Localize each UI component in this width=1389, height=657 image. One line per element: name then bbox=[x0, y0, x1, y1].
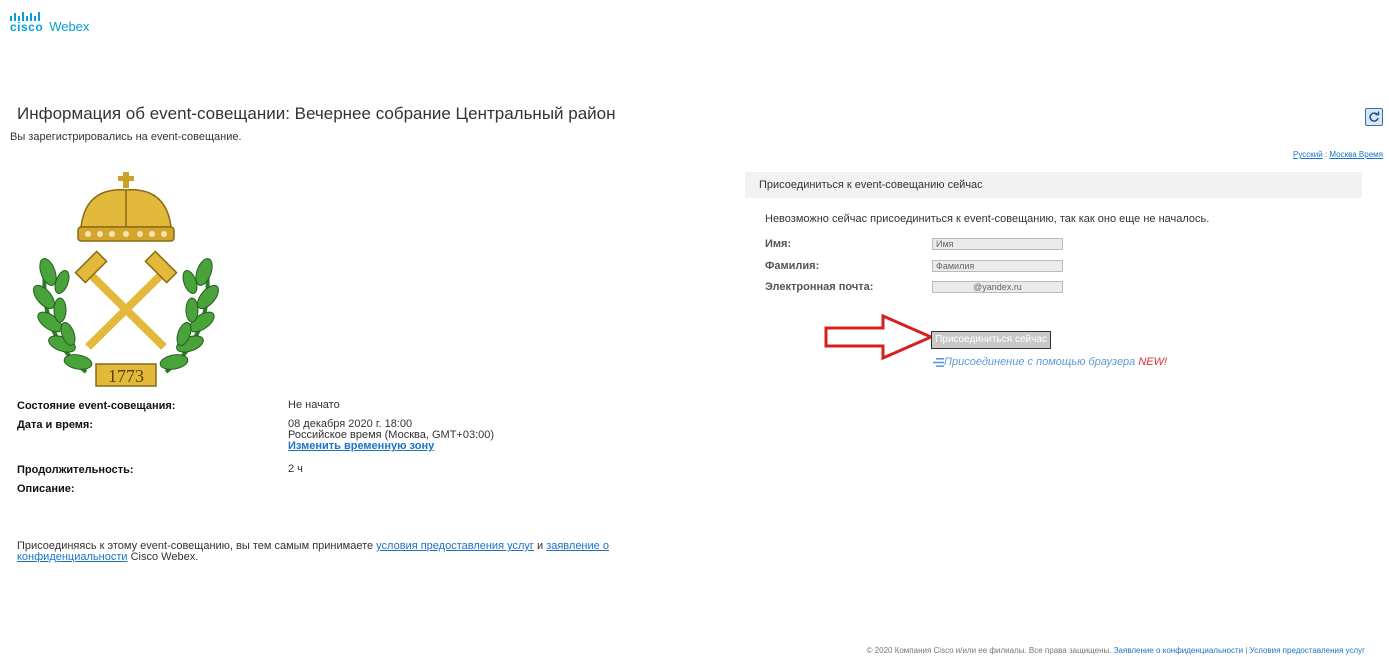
last-name-field[interactable]: Фамилия bbox=[932, 260, 1063, 272]
cisco-webex-logo: cisco Webex bbox=[10, 12, 89, 33]
datetime-value: 08 декабря 2020 г. 18:00 Российское врем… bbox=[288, 419, 494, 452]
footer-terms-link[interactable]: Условия предоставления услуг bbox=[1250, 646, 1365, 655]
description-label: Описание: bbox=[17, 483, 75, 495]
footer-separator: | bbox=[1245, 646, 1248, 655]
refresh-icon bbox=[1369, 111, 1380, 122]
locale-links: Русский : Москва Время bbox=[1293, 150, 1383, 159]
join-now-button[interactable]: Присоединиться сейчас bbox=[931, 331, 1051, 349]
first-name-label: Имя: bbox=[765, 238, 792, 250]
change-timezone-link[interactable]: Изменить временную зону bbox=[288, 440, 434, 452]
join-panel-header: Присоединиться к event-совещанию сейчас bbox=[745, 172, 1362, 198]
registration-confirmation: Вы зарегистрировались на event-совещание… bbox=[10, 131, 242, 143]
terms-suffix: Cisco Webex. bbox=[130, 551, 199, 563]
emblem-image: 1773 bbox=[33, 172, 219, 387]
terms-notice: Присоединяясь к этому event-совещанию, в… bbox=[17, 541, 617, 563]
status-label: Состояние event-совещания: bbox=[17, 400, 176, 412]
language-link[interactable]: Русский bbox=[1293, 150, 1323, 159]
locale-separator: : bbox=[1324, 150, 1328, 159]
browser-join-label: Присоединение с помощью браузера bbox=[944, 356, 1136, 368]
red-arrow-icon bbox=[824, 313, 935, 361]
footer-copyright: © 2020 Компания Cisco и/или ее филиалы. … bbox=[866, 646, 1112, 655]
duration-label: Продолжительность: bbox=[17, 464, 134, 476]
footer-privacy-link[interactable]: Заявление о конфиденциальности bbox=[1114, 646, 1243, 655]
browser-join-icon bbox=[933, 357, 944, 367]
last-name-label: Фамилия: bbox=[765, 260, 820, 272]
datetime-label: Дата и время: bbox=[17, 419, 94, 431]
crossed-hammers-icon bbox=[74, 250, 178, 350]
duration-value: 2 ч bbox=[288, 463, 303, 475]
email-label: Электронная почта: bbox=[765, 281, 874, 293]
terms-of-service-link[interactable]: условия предоставления услуг bbox=[376, 540, 534, 552]
timezone-link[interactable]: Москва Время bbox=[1329, 150, 1383, 159]
terms-and: и bbox=[536, 540, 544, 552]
footer: © 2020 Компания Cisco и/или ее филиалы. … bbox=[867, 646, 1365, 655]
browser-join-link[interactable]: Присоединение с помощью браузера NEW! bbox=[933, 356, 1167, 368]
page-title: Информация об event-совещании: Вечернее … bbox=[17, 104, 616, 123]
emblem-year: 1773 bbox=[108, 366, 144, 386]
join-unavailable-notice: Невозможно сейчас присоединиться к event… bbox=[765, 213, 1210, 225]
first-name-field[interactable]: Имя bbox=[932, 238, 1063, 250]
crown-icon bbox=[77, 172, 175, 242]
webex-wordmark: Webex bbox=[49, 19, 90, 34]
status-value: Не начато bbox=[288, 399, 340, 411]
new-badge: NEW! bbox=[1138, 356, 1168, 368]
email-field[interactable]: @yandex.ru bbox=[932, 281, 1063, 293]
cisco-wordmark: cisco bbox=[10, 20, 44, 34]
refresh-button[interactable] bbox=[1365, 108, 1383, 126]
